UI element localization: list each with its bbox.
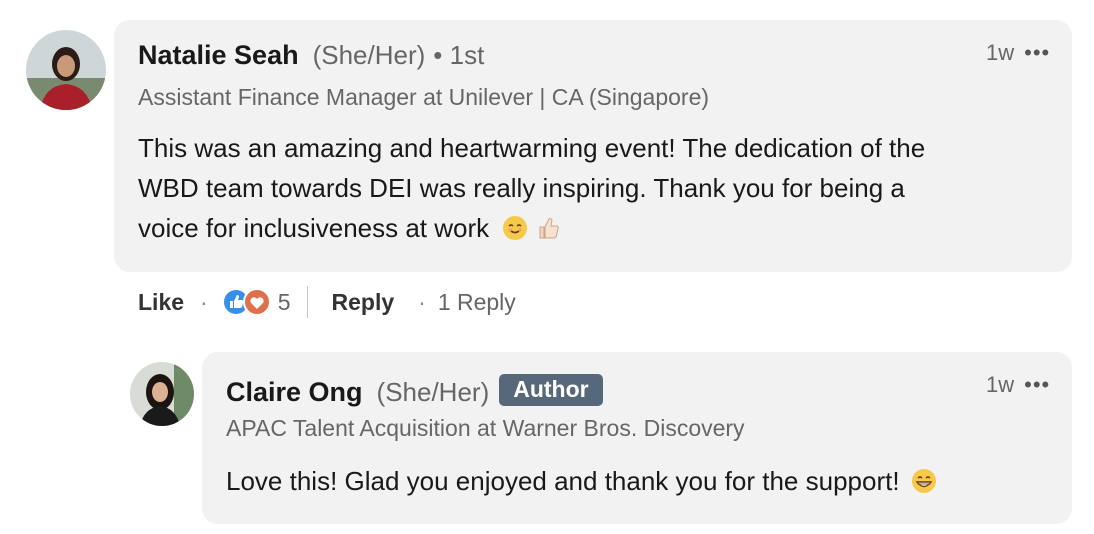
reply-headline: APAC Talent Acquisition at Warner Bros. … [226,415,745,441]
comment-text: This was an amazing and heartwarming eve… [138,128,925,248]
comment-headline: Assistant Finance Manager at Unilever | … [138,84,710,110]
comment-actions: Like · 5 Reply · 1 Reply [138,286,516,318]
avatar-photo [130,362,194,426]
author-badge: Author [499,374,603,406]
love-reaction-icon [242,288,271,316]
actions-divider [306,286,308,318]
comment-text-line: This was an amazing and heartwarming eve… [138,133,926,163]
reply-time: 1w [986,372,1015,397]
more-options-icon[interactable]: ••• [1024,40,1050,66]
reply-author-name[interactable]: Claire Ong [226,377,363,407]
thumbs-up-emoji-icon [539,218,559,239]
reply-avatar[interactable] [130,362,194,426]
comment-author-name[interactable]: Natalie Seah [138,40,299,70]
replies-count-link[interactable]: 1 Reply [438,289,516,316]
comment-pronouns: (She/Her) [312,40,426,70]
grinning-face-emoji-icon [911,469,936,493]
comment-header: Natalie Seah (She/Her) • 1st [138,40,484,71]
reply-meta: 1w ••• [986,372,1050,398]
comment-meta: 1w ••• [986,40,1050,66]
comment-text-line-last: voice for inclusiveness at work [138,208,925,248]
comment-time: 1w [986,40,1015,65]
reaction-count: 5 [277,288,291,315]
reply-pronouns: (She/Her) [376,377,490,407]
connection-degree: • 1st [433,40,485,70]
avatar-photo [26,30,106,110]
comment-avatar[interactable] [26,30,106,110]
reply-button[interactable]: Reply [332,289,395,316]
more-options-icon[interactable]: ••• [1024,372,1050,398]
reply-header: Claire Ong (She/Her) Author [226,374,603,408]
comment-text-line: voice for inclusiveness at work [138,213,490,243]
smiling-face-emoji-icon [503,216,528,240]
reactions-summary[interactable]: 5 [221,287,291,317]
reply-text-content: Love this! Glad you enjoyed and thank yo… [226,466,900,496]
comment-text-line: WBD team towards DEI was really inspirin… [138,173,905,203]
like-button[interactable]: Like [138,289,184,316]
separator-dot: · [200,288,208,315]
reply-text: Love this! Glad you enjoyed and thank yo… [226,461,937,501]
separator-dot: · [418,288,426,315]
reaction-icons [221,288,271,316]
